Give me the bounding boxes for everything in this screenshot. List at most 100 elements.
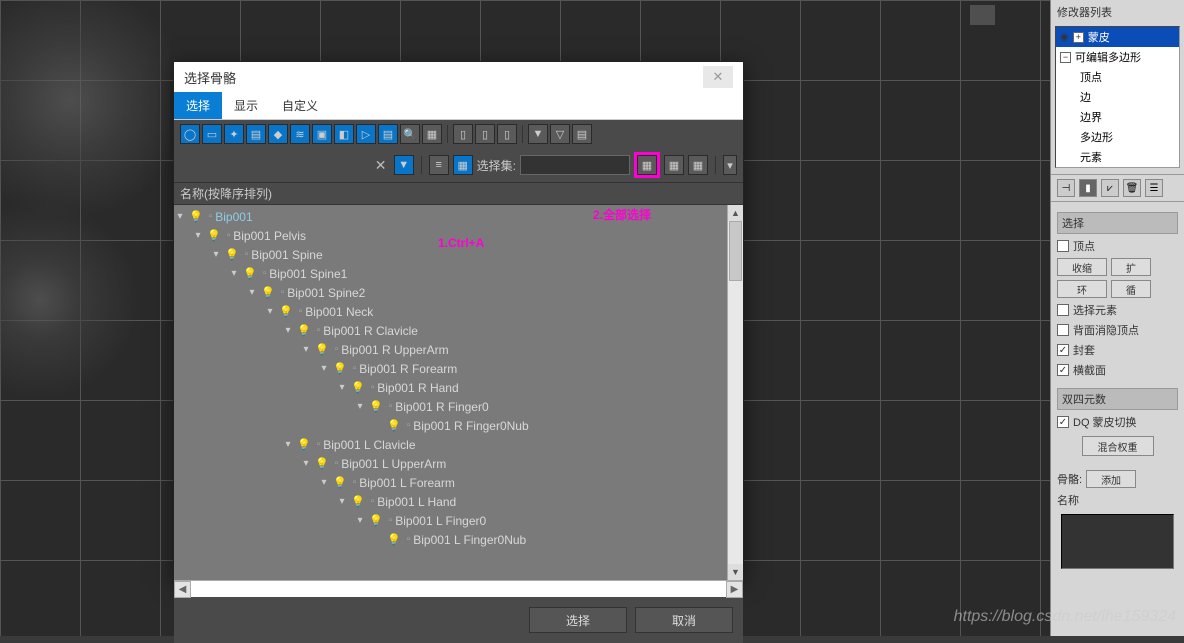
tree-row[interactable]: ▾💡▫Bip001 L UpperArm xyxy=(174,454,727,473)
cancel-button[interactable]: 取消 xyxy=(635,607,733,633)
lightbulb-icon[interactable]: 💡 xyxy=(279,305,293,318)
dialog-titlebar[interactable]: 选择骨骼 ✕ xyxy=(174,62,743,92)
modifier-edit-poly[interactable]: − 可编辑多边形 xyxy=(1056,47,1179,67)
collapse-icon[interactable]: ▾ xyxy=(282,439,294,451)
tree-row[interactable]: ▾💡▫Bip001 R UpperArm xyxy=(174,340,727,359)
collapse-icon[interactable]: ▾ xyxy=(246,287,258,299)
tree-row[interactable]: ▾💡▫Bip001 R Hand xyxy=(174,378,727,397)
modifier-skin[interactable]: ◉ + 蒙皮 xyxy=(1056,27,1179,47)
subobj-polygon[interactable]: 多边形 xyxy=(1056,127,1179,147)
scroll-left-icon[interactable]: ◀ xyxy=(174,581,191,598)
lightbulb-icon[interactable]: 💡 xyxy=(243,267,257,280)
freeze-icon[interactable]: ▫ xyxy=(263,268,267,279)
freeze-icon[interactable]: ▫ xyxy=(407,420,411,431)
lightbulb-icon[interactable]: 💡 xyxy=(297,324,311,337)
tree-row[interactable]: ▾💡▫Bip001 Spine2 xyxy=(174,283,727,302)
shrink-button[interactable]: 收缩 xyxy=(1057,258,1107,276)
filter-all-icon[interactable]: ▤ xyxy=(378,124,398,144)
layer-icon[interactable]: ≡ xyxy=(429,155,449,175)
subobj-border[interactable]: 边界 xyxy=(1056,107,1179,127)
collapse-icon[interactable]: ▾ xyxy=(354,401,366,413)
expand-icon[interactable]: + xyxy=(1073,32,1084,43)
tree-row[interactable]: 💡▫Bip001 L Finger0Nub xyxy=(174,530,727,549)
cross-checkbox[interactable]: ✓ xyxy=(1057,364,1069,376)
select-invert-icon[interactable]: ▦ xyxy=(688,155,708,175)
freeze-icon[interactable]: ▫ xyxy=(299,306,303,317)
tree-row[interactable]: ▾💡▫Bip001 L Clavicle xyxy=(174,435,727,454)
lightbulb-icon[interactable]: 💡 xyxy=(189,210,203,223)
lightbulb-icon[interactable]: 💡 xyxy=(369,514,383,527)
freeze-icon[interactable]: ▫ xyxy=(353,363,357,374)
hierarchy-icon[interactable]: ▦ xyxy=(453,155,473,175)
vertex-checkbox[interactable] xyxy=(1057,240,1069,252)
scrollbar-thumb[interactable] xyxy=(729,221,742,281)
freeze-icon[interactable]: ▫ xyxy=(371,382,375,393)
tree-column-header[interactable]: 名称(按降序排列) xyxy=(174,182,743,205)
collapse-icon[interactable]: ▾ xyxy=(318,477,330,489)
freeze-icon[interactable]: ▫ xyxy=(371,496,375,507)
selection-set-dropdown[interactable] xyxy=(520,155,630,175)
menu-select[interactable]: 选择 xyxy=(174,92,222,119)
freeze-icon[interactable]: ▫ xyxy=(317,325,321,336)
bones-listbox[interactable] xyxy=(1061,514,1174,569)
lightbulb-icon[interactable]: 💡 xyxy=(333,362,347,375)
filter-light-icon[interactable]: ✦ xyxy=(224,124,244,144)
subobj-edge[interactable]: 边 xyxy=(1056,87,1179,107)
lightbulb-icon[interactable]: 💡 xyxy=(261,286,275,299)
remove-icon[interactable]: 🗑 xyxy=(1123,179,1141,197)
vertical-scrollbar[interactable]: ▲ ▼ xyxy=(727,205,743,580)
lightbulb-icon[interactable]: 💡 xyxy=(333,476,347,489)
freeze-icon[interactable]: ▫ xyxy=(335,344,339,355)
envelope-checkbox[interactable]: ✓ xyxy=(1057,344,1069,356)
collapse-icon[interactable]: ▾ xyxy=(300,458,312,470)
modifier-list-label[interactable]: 修改器列表 xyxy=(1051,0,1184,24)
tree-row[interactable]: ▾💡▫Bip001 R Forearm xyxy=(174,359,727,378)
view-cube[interactable] xyxy=(970,5,995,25)
select-element-checkbox[interactable] xyxy=(1057,304,1069,316)
select-none-icon[interactable]: ▦ xyxy=(664,155,684,175)
show-end-icon[interactable]: ▮ xyxy=(1079,179,1097,197)
lightbulb-icon[interactable]: 💡 xyxy=(387,419,401,432)
menu-display[interactable]: 显示 xyxy=(222,92,270,119)
collapse-icon[interactable]: − xyxy=(1060,52,1071,63)
tb-doc3-icon[interactable]: ▯ xyxy=(497,124,517,144)
collapse-icon[interactable]: ▾ xyxy=(354,515,366,527)
select-button[interactable]: 选择 xyxy=(529,607,627,633)
pin-stack-icon[interactable]: ⊣ xyxy=(1057,179,1075,197)
freeze-icon[interactable]: ▫ xyxy=(245,249,249,260)
backface-checkbox[interactable] xyxy=(1057,324,1069,336)
tree-row[interactable]: ▾💡▫Bip001 Spine1 xyxy=(174,264,727,283)
horizontal-scrollbar[interactable]: ◀ ▶ xyxy=(174,580,743,597)
freeze-icon[interactable]: ▫ xyxy=(209,211,213,222)
scroll-right-icon[interactable]: ▶ xyxy=(726,581,743,598)
tree-row[interactable]: ▾💡▫Bip001 L Finger0 xyxy=(174,511,727,530)
tree-row[interactable]: ▾💡▫Bip001 L Hand xyxy=(174,492,727,511)
close-icon[interactable]: ✕ xyxy=(703,66,733,88)
lightbulb-icon[interactable]: 💡 xyxy=(297,438,311,451)
freeze-icon[interactable]: ▫ xyxy=(281,287,285,298)
tb-misc-icon[interactable]: ▤ xyxy=(572,124,592,144)
scroll-up-icon[interactable]: ▲ xyxy=(728,205,743,221)
collapse-icon[interactable]: ▾ xyxy=(336,382,348,394)
tb-name-icon[interactable]: ▦ xyxy=(422,124,442,144)
filter-camera-icon[interactable]: ▤ xyxy=(246,124,266,144)
collapse-icon[interactable]: ▾ xyxy=(210,249,222,261)
search-icon[interactable]: ▼ xyxy=(394,155,414,175)
freeze-icon[interactable]: ▫ xyxy=(227,230,231,241)
freeze-icon[interactable]: ▫ xyxy=(317,439,321,450)
lightbulb-icon[interactable]: 💡 xyxy=(315,457,329,470)
collapse-icon[interactable]: ▾ xyxy=(282,325,294,337)
freeze-icon[interactable]: ▫ xyxy=(407,534,411,545)
filter-space-icon[interactable]: ▣ xyxy=(312,124,332,144)
loop-button[interactable]: 循 xyxy=(1111,280,1151,298)
collapse-icon[interactable]: ▾ xyxy=(174,211,186,223)
blend-weights-button[interactable]: 混合权重 xyxy=(1082,436,1154,456)
configure-icon[interactable]: ☰ xyxy=(1145,179,1163,197)
lightbulb-icon[interactable]: 💡 xyxy=(387,533,401,546)
subobj-element[interactable]: 元素 xyxy=(1056,147,1179,167)
collapse-icon[interactable]: ▾ xyxy=(264,306,276,318)
lightbulb-icon[interactable]: 💡 xyxy=(369,400,383,413)
modifier-stack[interactable]: ◉ + 蒙皮 − 可编辑多边形 顶点 边 边界 多边形 元素 xyxy=(1055,26,1180,168)
ring-button[interactable]: 环 xyxy=(1057,280,1107,298)
freeze-icon[interactable]: ▫ xyxy=(335,458,339,469)
